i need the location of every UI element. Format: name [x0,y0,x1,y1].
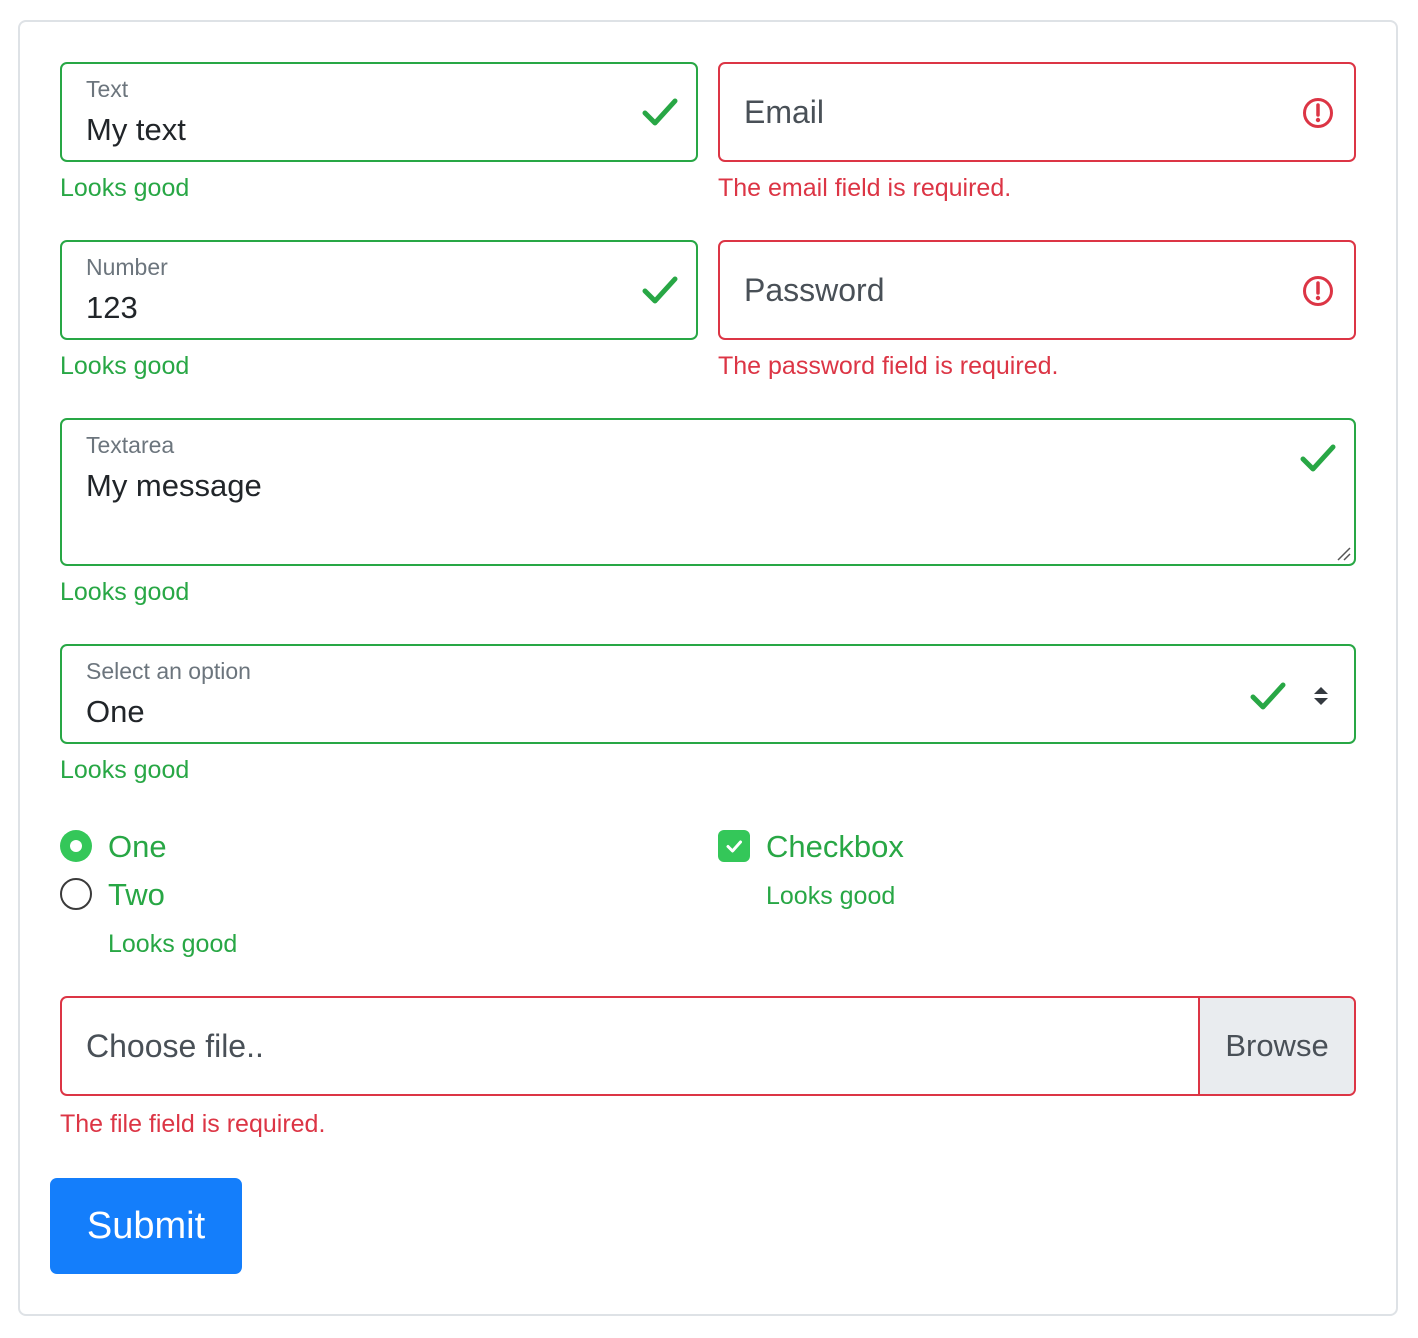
textarea-field-label: Textarea [86,432,175,458]
password-field[interactable]: Password [718,240,1356,340]
check-icon [642,276,678,304]
text-field-value: My text [86,112,186,147]
check-icon [1300,444,1336,472]
exclamation-circle-icon [1303,98,1333,128]
checkmark-icon [726,840,742,853]
checkbox-feedback: Looks good [766,882,896,910]
textarea-field-value: My message [86,468,262,503]
select-field-label: Select an option [86,658,251,684]
exclamation-circle-icon [1303,276,1333,306]
submit-button[interactable]: Submit [50,1178,242,1274]
checkbox[interactable] [718,830,750,862]
text-field-feedback: Looks good [60,174,190,202]
select-field-value: One [86,694,145,729]
password-field-feedback: The password field is required. [718,352,1059,380]
number-field-value: 123 [86,290,138,325]
radio-two[interactable] [60,878,92,910]
text-field[interactable]: Text My text [60,62,698,162]
file-field-feedback: The file field is required. [60,1110,326,1138]
select-field[interactable]: Select an option One [60,644,1356,744]
number-field[interactable]: Number 123 [60,240,698,340]
email-field[interactable]: Email [718,62,1356,162]
radio-one[interactable] [60,830,92,862]
file-field-placeholder: Choose file.. [86,1028,264,1064]
email-field-feedback: The email field is required. [718,174,1012,202]
password-field-placeholder: Password [744,272,885,308]
radio-group-feedback: Looks good [108,930,238,958]
radio-one-label[interactable]: One [108,829,167,865]
number-field-label: Number [86,254,168,280]
email-field-placeholder: Email [744,94,825,130]
radio-two-label[interactable]: Two [108,877,165,913]
updown-caret-icon [1314,687,1328,705]
checkbox-label[interactable]: Checkbox [766,829,904,865]
file-field[interactable]: Choose file.. Browse [60,996,1356,1096]
textarea-field[interactable]: Textarea My message [60,418,1356,566]
select-field-feedback: Looks good [60,756,190,784]
text-field-label: Text [86,76,129,102]
check-icon [1250,682,1286,710]
check-icon [642,98,678,126]
browse-button[interactable]: Browse [1198,998,1354,1094]
resize-handle-icon[interactable] [1334,544,1352,562]
number-field-feedback: Looks good [60,352,190,380]
textarea-field-feedback: Looks good [60,578,190,606]
